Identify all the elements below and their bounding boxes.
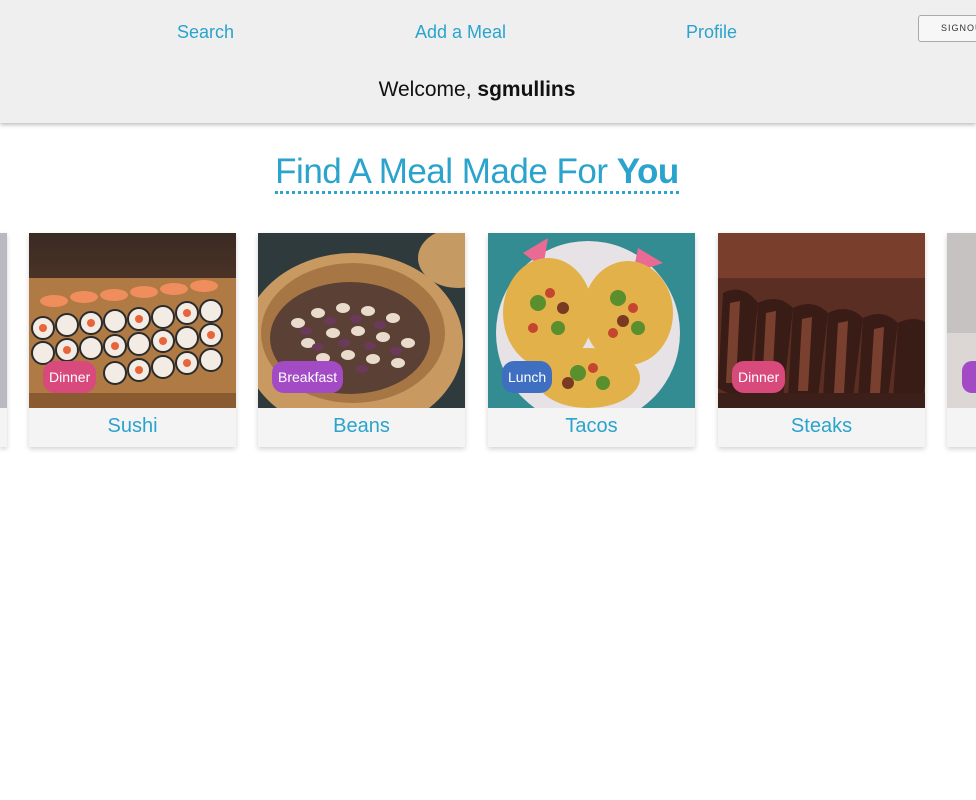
meal-name-sushi[interactable]: Sushi: [29, 415, 236, 438]
meal-category-badge: Dinner: [43, 361, 97, 393]
meal-category-badge: Lunch: [502, 361, 553, 393]
welcome-prefix: Welcome,: [378, 78, 472, 101]
page-title: Find A Meal Made For You: [0, 152, 954, 194]
page-title-text: Find A Meal Made For: [275, 152, 608, 191]
meal-name-beans[interactable]: Beans: [258, 415, 465, 438]
meal-name-tacos[interactable]: Tacos: [488, 415, 695, 438]
welcome-username: sgmullins: [477, 78, 576, 101]
meal-name-steaks[interactable]: Steaks: [718, 415, 925, 438]
meal-card-tacos[interactable]: Lunch Tacos: [488, 233, 695, 447]
page-title-link[interactable]: Find A Meal Made For You: [275, 152, 679, 194]
meal-card-beans[interactable]: Breakfast Beans: [258, 233, 465, 447]
signout-button[interactable]: SIGNOUT: [918, 15, 976, 42]
meal-category-badge: Breakfast: [272, 361, 344, 393]
nav-profile-link[interactable]: Profile: [686, 22, 737, 43]
page-title-emphasis: You: [616, 152, 680, 191]
partial-card-photo: [0, 233, 7, 408]
partial-card-photo: [947, 233, 976, 408]
meal-card-sushi[interactable]: Dinner Sushi: [29, 233, 236, 447]
nav-search-link[interactable]: Search: [177, 22, 234, 43]
welcome-message: Welcome, sgmullins: [0, 78, 954, 102]
meal-category-badge: Dinner: [732, 361, 786, 393]
carousel-card-partial-right[interactable]: [947, 233, 976, 447]
top-nav-header: Search Add a Meal Profile SIGNOUT Welcom…: [0, 0, 976, 123]
carousel-card-partial-left[interactable]: [0, 233, 7, 447]
meal-card-steaks[interactable]: Dinner Steaks: [718, 233, 925, 447]
nav-add-meal-link[interactable]: Add a Meal: [415, 22, 506, 43]
